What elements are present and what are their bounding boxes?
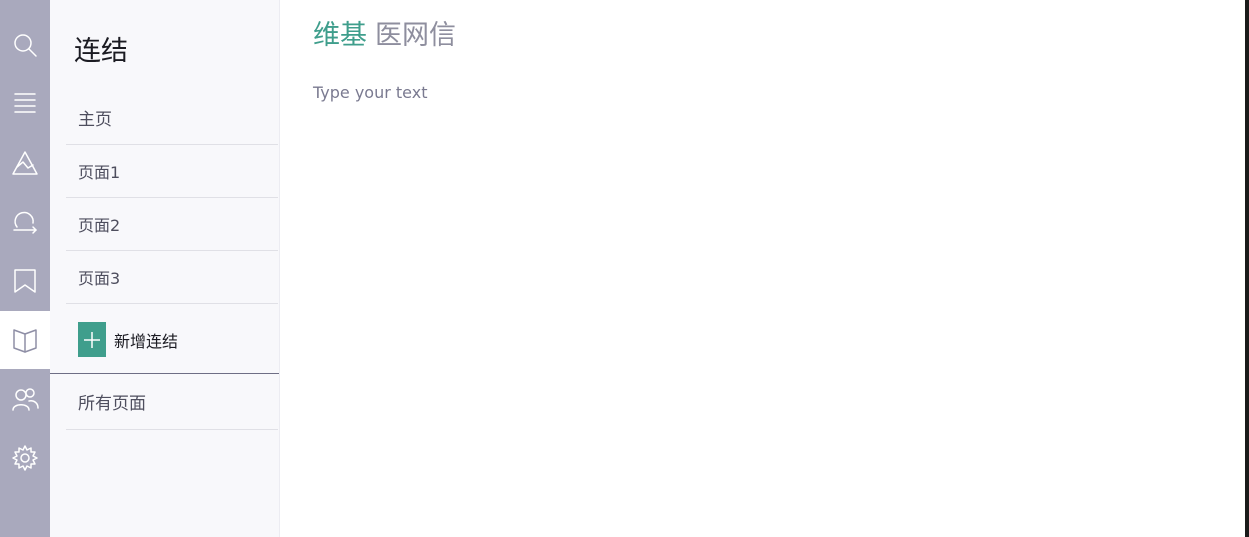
icon-rail xyxy=(0,0,50,537)
panel-title: 连结 xyxy=(74,36,128,67)
search-icon xyxy=(14,34,37,57)
text-editor[interactable]: Type your text xyxy=(313,82,427,104)
page-title: 维基 医网信 xyxy=(313,16,456,56)
nav-item-label: 页面1 xyxy=(78,163,121,182)
window-edge xyxy=(1245,0,1249,537)
nav-item-page3[interactable]: 页面3 xyxy=(66,251,278,304)
bookmark-icon xyxy=(14,269,36,293)
rail-book-button[interactable] xyxy=(0,311,50,369)
add-button[interactable] xyxy=(78,322,106,357)
add-link-button[interactable]: 新增连结 xyxy=(78,322,178,357)
nav-item-home[interactable]: 主页 xyxy=(66,90,278,145)
main-content: 维基 医网信 Type your text xyxy=(280,0,1240,537)
plus-icon xyxy=(84,331,100,348)
rail-users-button[interactable] xyxy=(0,370,50,428)
menu-icon xyxy=(14,93,36,113)
page-title-brand: 维基 xyxy=(313,20,367,51)
rail-menu-button[interactable] xyxy=(0,74,50,132)
refresh-icon xyxy=(13,211,37,234)
nav-item-label: 页面3 xyxy=(78,269,121,288)
nav-item-all-pages[interactable]: 所有页面 xyxy=(66,374,278,430)
nav-item-page1[interactable]: 页面1 xyxy=(66,145,278,198)
book-icon xyxy=(13,329,37,353)
nav-item-label: 所有页面 xyxy=(78,394,146,414)
users-icon xyxy=(12,388,39,411)
rail-mountain-button[interactable] xyxy=(0,134,50,192)
rail-settings-button[interactable] xyxy=(0,429,50,487)
mountain-icon xyxy=(12,151,38,175)
rail-search-button[interactable] xyxy=(0,16,50,74)
nav-item-label: 页面2 xyxy=(78,216,121,235)
nav-item-page2[interactable]: 页面2 xyxy=(66,198,278,251)
nav-item-label: 主页 xyxy=(78,109,112,130)
gear-icon xyxy=(12,445,38,471)
page-title-text: 医网信 xyxy=(375,20,456,51)
app-window: 连结 主页 页面1 页面2 页面3 新增连结 所有页面 维基 医网信 Type … xyxy=(0,0,1249,537)
rail-refresh-button[interactable] xyxy=(0,193,50,251)
rail-bookmark-button[interactable] xyxy=(0,252,50,310)
links-panel: 连结 主页 页面1 页面2 页面3 新增连结 所有页面 xyxy=(50,0,280,537)
add-link-label: 新增连结 xyxy=(114,331,179,351)
